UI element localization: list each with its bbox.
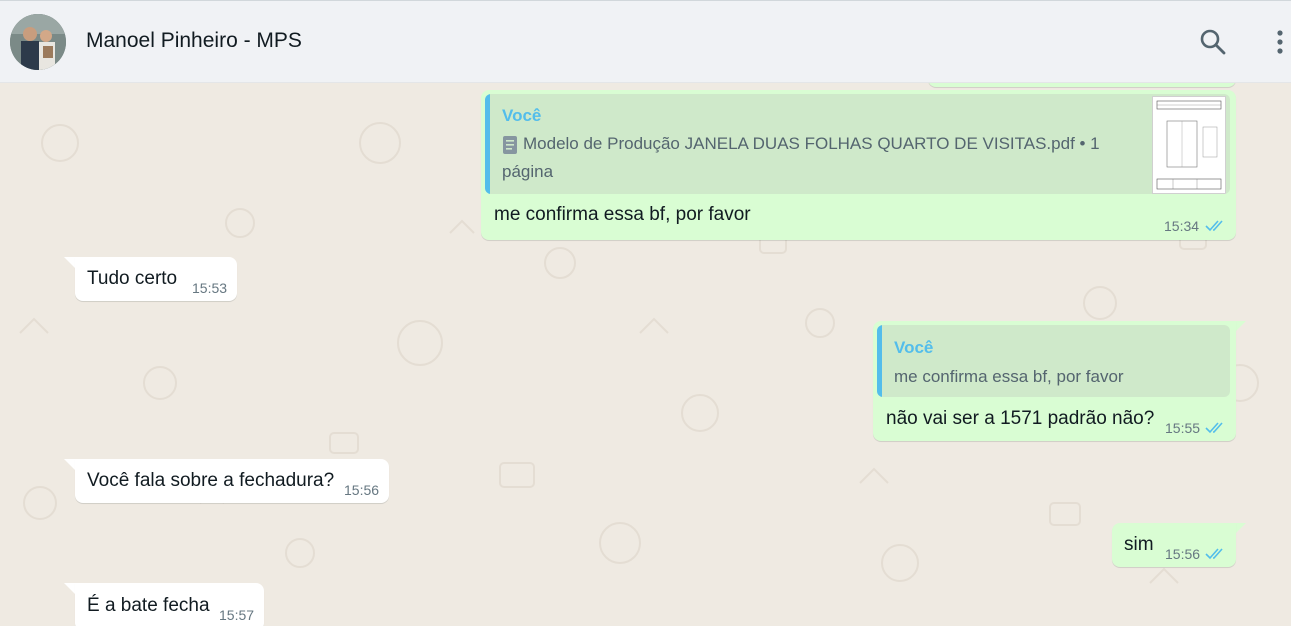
message-time: 15:56 bbox=[1165, 546, 1201, 562]
read-ticks-icon bbox=[1205, 548, 1223, 560]
chat-header: Manoel Pinheiro - MPS bbox=[0, 0, 1291, 83]
more-vertical-icon[interactable] bbox=[1266, 27, 1286, 57]
contact-name[interactable]: Manoel Pinheiro - MPS bbox=[86, 29, 302, 53]
quote-accent-bar bbox=[485, 94, 490, 194]
quote-text-line2: página bbox=[502, 162, 554, 181]
chat-area[interactable]: Você Modelo de Produção JANELA DUAS FOLH… bbox=[0, 83, 1291, 626]
message-text: É a bate fecha bbox=[87, 595, 210, 616]
message-time: 15:53 bbox=[192, 280, 228, 296]
message-bubble-incoming[interactable]: Tudo certo 15:53 bbox=[75, 257, 237, 301]
search-icon[interactable] bbox=[1198, 27, 1228, 57]
message-time: 15:57 bbox=[219, 607, 255, 623]
read-ticks-icon bbox=[1205, 220, 1223, 232]
message-time: 15:55 bbox=[1165, 420, 1201, 436]
quote-text: me confirma essa bf, por favor bbox=[894, 367, 1124, 386]
contact-avatar[interactable] bbox=[10, 14, 66, 70]
message-bubble-outgoing[interactable]: sim 15:56 bbox=[1112, 523, 1236, 567]
message-bubble-incoming[interactable]: É a bate fecha 15:57 bbox=[75, 583, 264, 626]
message-time: 15:34 bbox=[1164, 218, 1200, 234]
quote-author: Você bbox=[502, 106, 542, 125]
message-bubble-partial[interactable] bbox=[928, 83, 1236, 87]
message-text: Tudo certo bbox=[87, 268, 178, 289]
quote-accent-bar bbox=[877, 325, 882, 397]
message-text: não vai ser a 1571 padrão não? bbox=[886, 408, 1155, 429]
read-ticks-icon bbox=[1205, 422, 1223, 434]
quoted-message[interactable]: Você me confirma essa bf, por favor bbox=[877, 325, 1230, 397]
message-text: Você fala sobre a fechadura? bbox=[87, 470, 335, 491]
document-icon bbox=[503, 136, 517, 160]
message-time: 15:56 bbox=[344, 482, 380, 498]
message-bubble-outgoing[interactable]: Você me confirma essa bf, por favor não … bbox=[873, 321, 1236, 441]
quoted-message[interactable]: Você Modelo de Produção JANELA DUAS FOLH… bbox=[485, 94, 1230, 194]
message-text: me confirma essa bf, por favor bbox=[494, 204, 751, 225]
quote-text-line1: Modelo de Produção JANELA DUAS FOLHAS QU… bbox=[523, 134, 1100, 153]
message-bubble-incoming[interactable]: Você fala sobre a fechadura? 15:56 bbox=[75, 459, 389, 503]
message-text: sim bbox=[1124, 534, 1154, 555]
pdf-thumbnail[interactable] bbox=[1152, 96, 1226, 194]
quote-author: Você bbox=[894, 338, 934, 357]
message-bubble-outgoing[interactable]: Você Modelo de Produção JANELA DUAS FOLH… bbox=[481, 90, 1236, 240]
